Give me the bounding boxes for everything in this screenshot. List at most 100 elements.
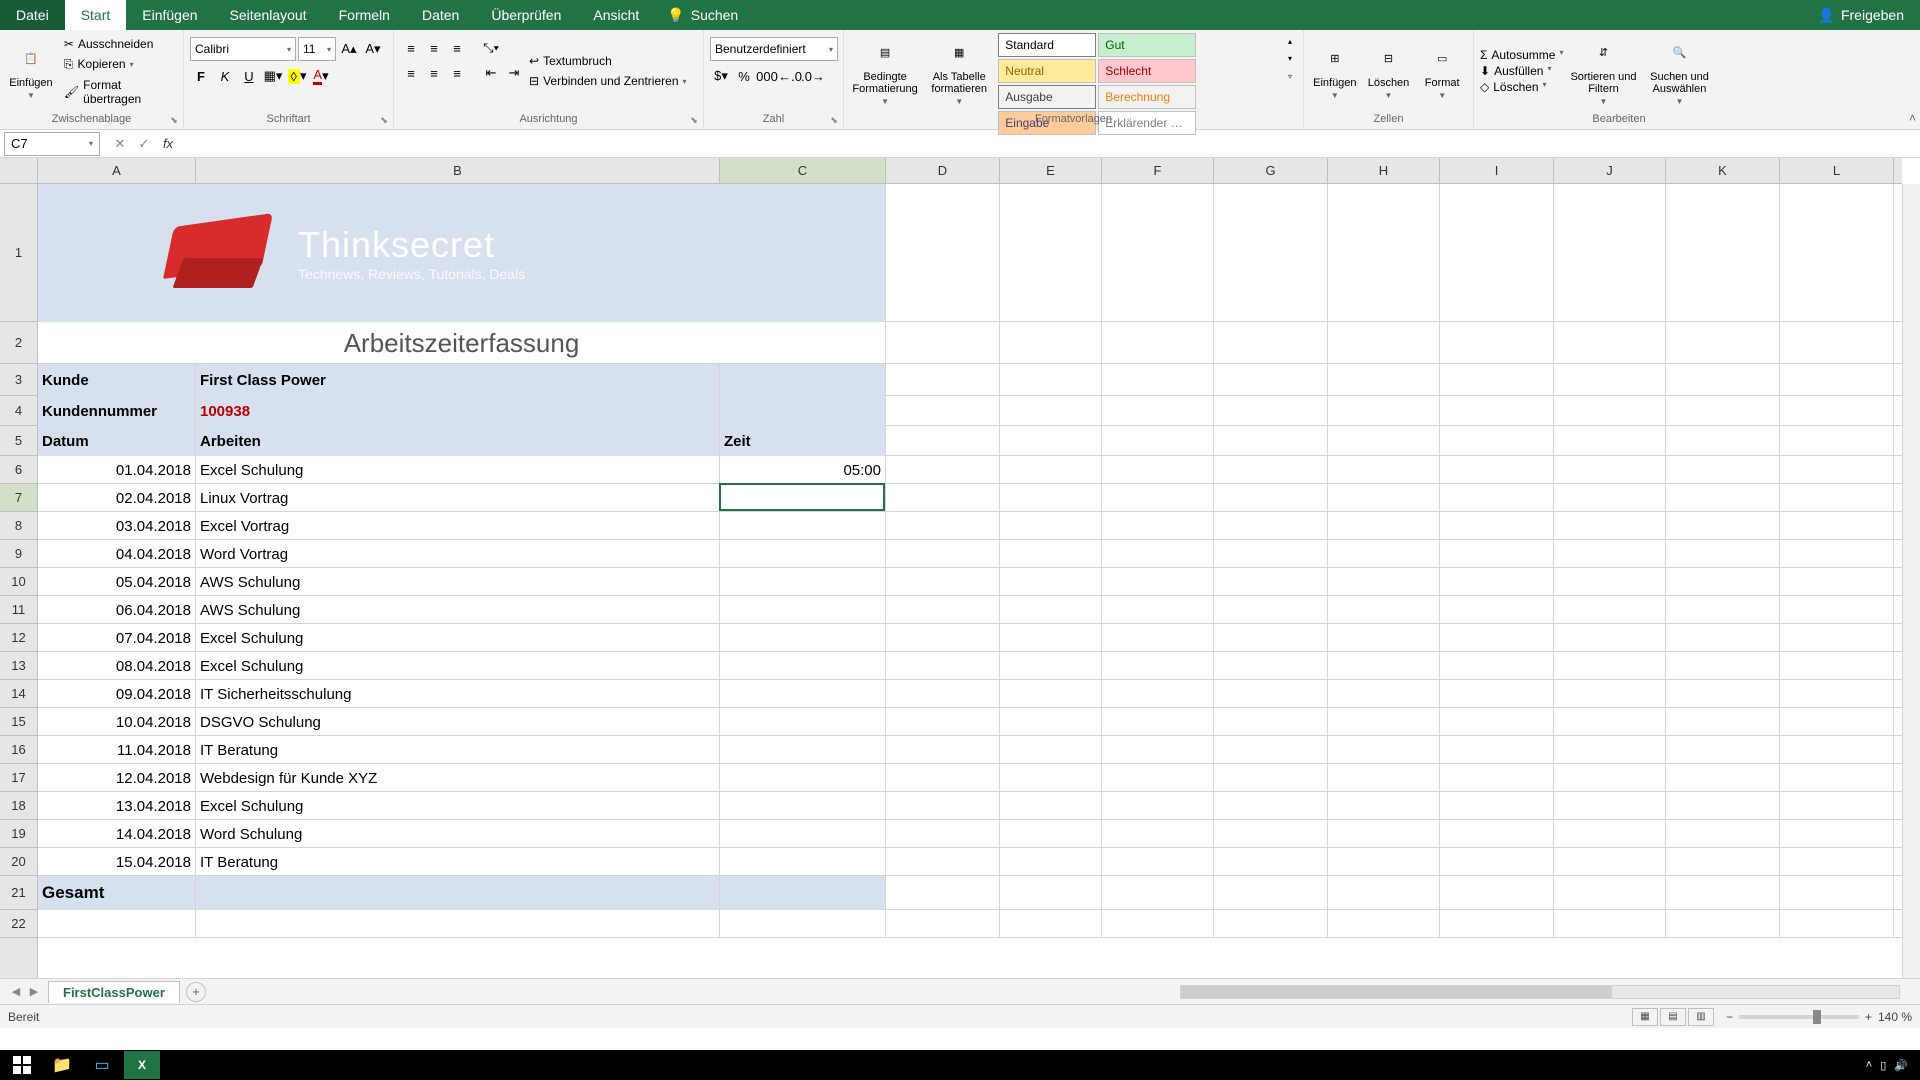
cell[interactable] — [886, 568, 1000, 596]
align-left-button[interactable]: ≡ — [400, 62, 422, 84]
find-select-button[interactable]: 🔍Suchen und Auswählen▼ — [1643, 33, 1715, 109]
normal-view-button[interactable]: ▦ — [1632, 1008, 1658, 1026]
cell[interactable]: 06.04.2018 — [38, 596, 196, 624]
zoom-in-button[interactable]: + — [1865, 1010, 1872, 1024]
number-format-select[interactable]: Benutzerdefiniert▾ — [710, 37, 838, 61]
cell[interactable] — [1214, 512, 1328, 540]
cell[interactable]: Word Vortrag — [196, 540, 720, 568]
horizontal-scrollbar[interactable] — [1180, 985, 1900, 999]
tab-daten[interactable]: Daten — [406, 0, 475, 30]
page-break-view-button[interactable]: ▥ — [1688, 1008, 1714, 1026]
cell[interactable] — [1102, 540, 1214, 568]
cell[interactable] — [1214, 624, 1328, 652]
page-layout-view-button[interactable]: ▤ — [1660, 1008, 1686, 1026]
cell[interactable]: 05.04.2018 — [38, 568, 196, 596]
cell[interactable] — [1214, 322, 1328, 364]
cell[interactable] — [1214, 680, 1328, 708]
cell[interactable] — [1102, 426, 1214, 456]
cell[interactable] — [1666, 512, 1780, 540]
col-header-B[interactable]: B — [196, 158, 720, 183]
cell[interactable] — [1102, 364, 1214, 396]
name-box[interactable]: C7▾ — [4, 132, 100, 156]
cell[interactable] — [1000, 456, 1102, 484]
cell[interactable]: Gesamt — [38, 876, 196, 910]
cell[interactable] — [886, 680, 1000, 708]
cell[interactable] — [1214, 456, 1328, 484]
cell[interactable] — [1000, 624, 1102, 652]
cell[interactable] — [1000, 820, 1102, 848]
row-header-12[interactable]: 12 — [0, 624, 37, 652]
cell[interactable] — [886, 652, 1000, 680]
cell[interactable] — [886, 764, 1000, 792]
cell[interactable] — [1780, 512, 1894, 540]
cell[interactable] — [38, 910, 196, 938]
cell[interactable] — [720, 396, 886, 426]
increase-decimal-button[interactable]: ←.0 — [779, 65, 801, 87]
decrease-font-button[interactable]: A▾ — [362, 38, 384, 60]
cell-style-gut[interactable]: Gut — [1098, 33, 1196, 57]
cell[interactable]: Kunde — [38, 364, 196, 396]
cell[interactable] — [886, 792, 1000, 820]
cell[interactable] — [1440, 792, 1554, 820]
cell[interactable] — [1666, 596, 1780, 624]
cell[interactable] — [1328, 736, 1440, 764]
collapse-ribbon-button[interactable]: ˄ — [1909, 111, 1916, 125]
cell[interactable] — [1328, 456, 1440, 484]
cut-button[interactable]: ✂Ausschneiden — [60, 35, 177, 53]
cell[interactable] — [1780, 396, 1894, 426]
cell[interactable] — [1000, 426, 1102, 456]
cell[interactable] — [1780, 764, 1894, 792]
zoom-out-button[interactable]: − — [1726, 1010, 1733, 1024]
cell[interactable] — [1440, 910, 1554, 938]
tab-datei[interactable]: Datei — [0, 0, 65, 30]
cell[interactable] — [720, 512, 886, 540]
col-header-D[interactable]: D — [886, 158, 1000, 183]
comma-button[interactable]: 000 — [756, 65, 778, 87]
col-header-E[interactable]: E — [1000, 158, 1102, 183]
cell[interactable]: 05:00 — [720, 456, 886, 484]
row-header-10[interactable]: 10 — [0, 568, 37, 596]
cell[interactable] — [1780, 184, 1894, 322]
cell[interactable] — [1554, 512, 1666, 540]
cell[interactable] — [1780, 596, 1894, 624]
cell[interactable] — [1440, 820, 1554, 848]
cell[interactable] — [886, 540, 1000, 568]
cell[interactable] — [1554, 426, 1666, 456]
cell[interactable] — [1214, 820, 1328, 848]
enter-formula-button[interactable]: ✓ — [132, 132, 156, 156]
cell[interactable] — [1666, 876, 1780, 910]
currency-button[interactable]: $▾ — [710, 65, 732, 87]
cell[interactable] — [1666, 426, 1780, 456]
cell[interactable] — [1780, 484, 1894, 512]
increase-font-button[interactable]: A▴ — [338, 38, 360, 60]
cell[interactable] — [1328, 708, 1440, 736]
cells-grid[interactable]: ThinksecretTechnews, Reviews, Tutorials,… — [38, 184, 1902, 978]
styles-scroll-up[interactable]: ▴ — [1283, 35, 1297, 49]
cell[interactable] — [1000, 792, 1102, 820]
cell[interactable] — [1440, 456, 1554, 484]
alignment-launcher[interactable]: ⬊ — [687, 113, 701, 127]
col-header-F[interactable]: F — [1102, 158, 1214, 183]
cell[interactable] — [1328, 484, 1440, 512]
cell[interactable] — [1780, 848, 1894, 876]
formula-input[interactable] — [184, 132, 1920, 156]
clear-button[interactable]: ◇Löschen▾ — [1480, 80, 1563, 94]
cell[interactable] — [1328, 540, 1440, 568]
col-header-J[interactable]: J — [1554, 158, 1666, 183]
cell[interactable] — [1214, 426, 1328, 456]
row-header-14[interactable]: 14 — [0, 680, 37, 708]
cell[interactable] — [1666, 540, 1780, 568]
cell[interactable] — [1440, 322, 1554, 364]
percent-button[interactable]: % — [733, 65, 755, 87]
cell[interactable] — [886, 848, 1000, 876]
cell[interactable]: Arbeiten — [196, 426, 720, 456]
row-header-21[interactable]: 21 — [0, 876, 37, 910]
share-button[interactable]: 👤 Freigeben — [1802, 7, 1920, 24]
cell[interactable] — [1666, 396, 1780, 426]
cell[interactable] — [1000, 322, 1102, 364]
cell[interactable] — [1102, 184, 1214, 322]
row-header-7[interactable]: 7 — [0, 484, 37, 512]
cell[interactable] — [1554, 364, 1666, 396]
bold-button[interactable]: F — [190, 65, 212, 87]
cell[interactable] — [1328, 910, 1440, 938]
